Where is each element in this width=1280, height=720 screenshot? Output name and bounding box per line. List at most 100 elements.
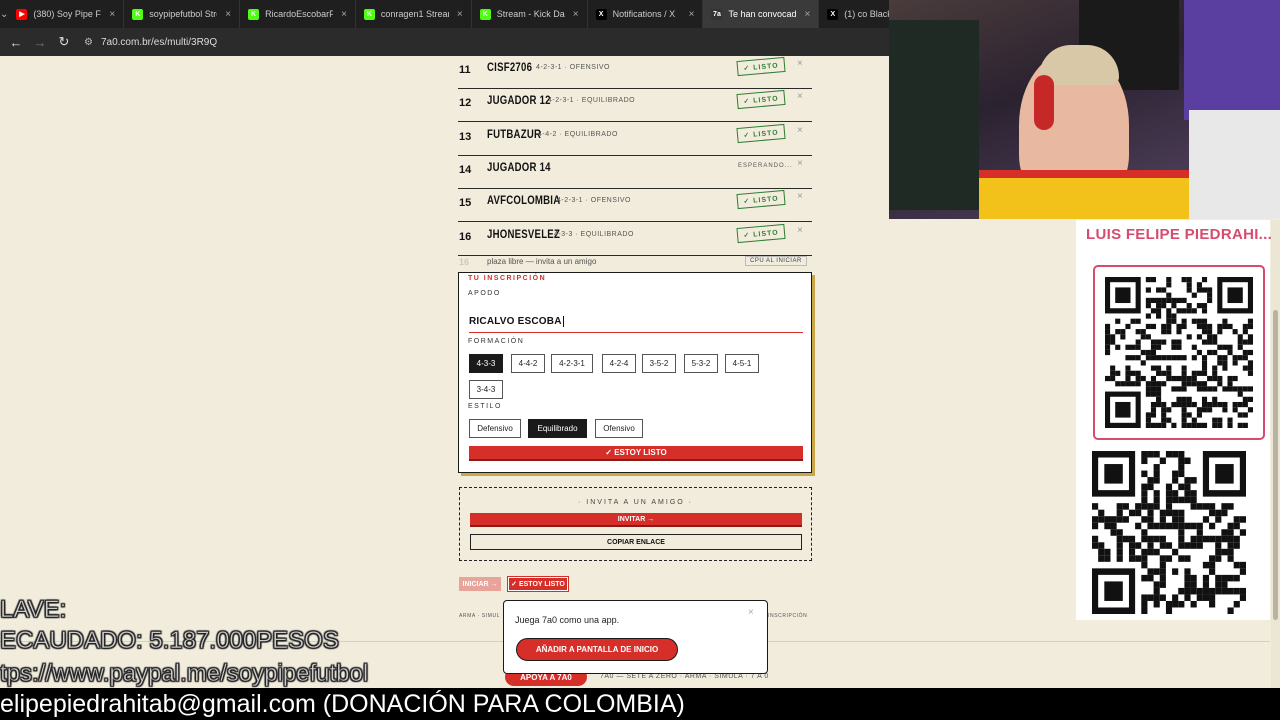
qr-module: [1186, 422, 1192, 428]
close-tab-icon[interactable]: ×: [457, 9, 463, 20]
qr-module: [1209, 535, 1216, 543]
remove-player-icon[interactable]: ×: [797, 191, 803, 202]
close-icon[interactable]: ×: [748, 607, 754, 618]
add-to-home-button[interactable]: AÑADIR A PANTALLA DE INICIO: [516, 638, 678, 661]
invite-title: · INVITA A UN AMIGO ·: [578, 499, 693, 506]
formation-chip[interactable]: 3-4-3: [469, 380, 503, 399]
qr-module: [1186, 412, 1192, 418]
remove-player-icon[interactable]: ×: [797, 225, 803, 236]
qr-module: [1150, 323, 1157, 330]
style-chip[interactable]: Ofensivo: [595, 419, 643, 438]
close-tab-icon[interactable]: ×: [225, 9, 231, 20]
qr-module: [1196, 303, 1202, 309]
remove-player-icon[interactable]: ×: [797, 91, 803, 102]
browser-tab[interactable]: ▶ (380) Soy Pipe Fút ×: [8, 0, 125, 28]
back-arrow-icon[interactable]: ←: [4, 35, 28, 50]
copy-link-button[interactable]: COPIAR ENLACE: [470, 534, 802, 550]
qr-module: [1212, 401, 1218, 408]
start-button[interactable]: INICIAR →: [459, 577, 501, 591]
streamer-jersey: [979, 170, 1189, 219]
player-number: 12: [459, 97, 472, 110]
qr-module: [1176, 396, 1182, 402]
qr-module: [1159, 568, 1166, 575]
qr-module: [1247, 365, 1253, 371]
formation-chip[interactable]: 4-4-2: [511, 354, 545, 373]
remove-player-icon[interactable]: ×: [797, 58, 803, 69]
ready-button[interactable]: ✓ ESTOY LISTO: [469, 446, 803, 461]
remove-player-icon[interactable]: ×: [797, 125, 803, 136]
tab-title: Stream - Kick Dash: [496, 9, 565, 19]
qr-module: [1141, 607, 1148, 614]
close-tab-icon[interactable]: ×: [804, 9, 810, 20]
formation-chip[interactable]: 4-5-1: [725, 354, 759, 373]
qr-module: [1176, 308, 1182, 314]
qr-module: [1207, 297, 1213, 304]
style-chip[interactable]: Equilibrado: [528, 419, 587, 438]
qr-module: [1159, 535, 1166, 543]
player-formation: 4-3-3 · EQUILIBRADO: [554, 230, 634, 238]
browser-tab[interactable]: X(1) co Black_Verde×: [819, 0, 890, 28]
qr-module: [1184, 483, 1191, 491]
formation-chip[interactable]: 3-5-2: [642, 354, 676, 373]
formation-chip[interactable]: 5-3-2: [684, 354, 718, 373]
ready-stamp: ✓ LISTO: [736, 190, 786, 210]
qr-module: [1150, 344, 1157, 350]
qr-module: [1161, 401, 1167, 408]
qr-module: [1191, 355, 1197, 361]
qr-module: [1222, 365, 1228, 371]
ready-small-button[interactable]: ✓ ESTOY LISTO: [507, 576, 569, 592]
browser-tab[interactable]: Ksoypipefutbol Stre ×: [124, 0, 241, 28]
qr-module: [1184, 594, 1191, 601]
qr-module: [1239, 594, 1246, 601]
qr-module: [1104, 522, 1111, 530]
remove-player-icon[interactable]: ×: [797, 158, 803, 169]
qr-module: [1215, 574, 1222, 582]
ready-stamp: ✓ LISTO: [736, 123, 786, 143]
close-tab-icon[interactable]: ×: [689, 9, 695, 20]
scrollbar-thumb[interactable]: [1273, 310, 1278, 620]
qr-module: [1165, 496, 1173, 504]
close-tab-icon[interactable]: ×: [573, 9, 579, 20]
qr-module: [1145, 391, 1151, 397]
qr-module: [1165, 522, 1173, 530]
qr-module: [1191, 318, 1197, 324]
browser-tab[interactable]: X Notifications / X ×: [588, 0, 704, 28]
qr-module: [1165, 600, 1173, 608]
formation-chip[interactable]: 4-2-4: [602, 354, 636, 373]
formation-chip[interactable]: 4-3-3: [469, 354, 503, 373]
qr-module: [1222, 401, 1228, 408]
qr-module: [1247, 334, 1253, 340]
browser-tab[interactable]: Kconragen1 Stream ×: [356, 0, 472, 28]
player-formation: 4-2-3-1 · EQUILIBRADO: [548, 97, 636, 105]
qr-module: [1178, 529, 1185, 536]
formation-chip[interactable]: 4-2-3-1: [551, 354, 593, 373]
qr-module: [1145, 349, 1151, 356]
qr-module: [1227, 548, 1234, 556]
close-tab-icon[interactable]: ×: [341, 9, 347, 20]
qr-module: [1145, 355, 1151, 361]
tab-search-chevron-icon[interactable]: ⌄: [0, 0, 8, 28]
nickname-input[interactable]: RICALVO ESCOBA: [469, 311, 803, 333]
close-tab-icon[interactable]: ×: [109, 9, 115, 20]
qr-module: [1153, 568, 1160, 575]
qr-finder-module: [1215, 464, 1234, 484]
forward-arrow-icon[interactable]: →: [28, 35, 52, 50]
qr-module: [1098, 542, 1105, 549]
qr-module: [1181, 407, 1187, 413]
qr-module: [1130, 344, 1136, 350]
qr-module: [1145, 422, 1151, 428]
browser-tab[interactable]: K RicardoEscobarFC ×: [240, 0, 356, 28]
qr-module: [1215, 581, 1222, 588]
browser-tab[interactable]: 7a Te han convocado ×: [703, 0, 820, 28]
site-info-icon[interactable]: ⚙: [84, 37, 93, 48]
reload-icon[interactable]: ↻: [52, 34, 76, 50]
qr-module: [1172, 496, 1179, 504]
qr-module: [1178, 509, 1185, 517]
qr-module: [1215, 509, 1222, 517]
url-field[interactable]: ⚙ 7a0.com.br/es/multi/3R9Q: [84, 37, 217, 48]
invite-button[interactable]: INVITAR →: [470, 513, 802, 527]
page-scrollbar[interactable]: [1271, 220, 1280, 690]
browser-tab[interactable]: K Stream - Kick Dash ×: [472, 0, 588, 28]
style-chip[interactable]: Defensivo: [469, 419, 521, 438]
qr-module: [1222, 386, 1228, 392]
